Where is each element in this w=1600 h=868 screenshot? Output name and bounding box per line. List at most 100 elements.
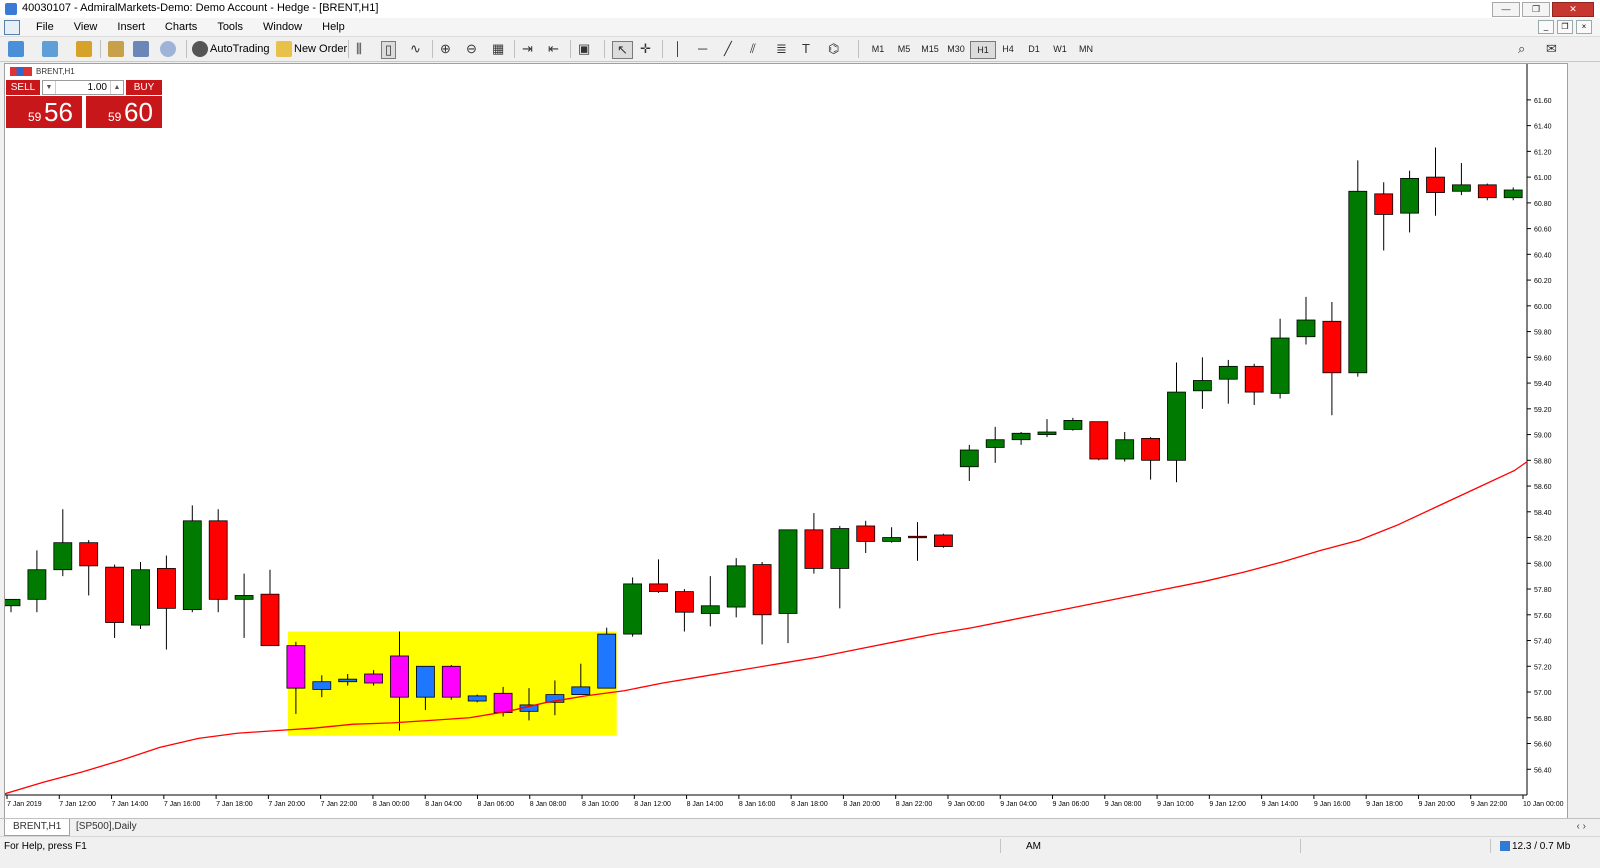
candle-body [79,542,99,567]
menu-tools[interactable]: Tools [207,21,253,33]
timeframe-m15[interactable]: M15 [918,41,942,57]
candle-body [597,633,617,689]
equidistant-channel-icon[interactable]: ⫽ [750,41,756,57]
candle-body [571,686,591,695]
child-restore-button[interactable]: ❐ [1557,20,1573,34]
candle-body [312,681,332,690]
price-tick-label: 56.80 [1534,716,1552,723]
price-tick-label: 59.00 [1534,433,1552,440]
chart-tabs-bar: BRENT,H1 [SP500],Daily ‹ › [0,818,1600,837]
navigator-icon[interactable] [133,41,149,57]
candle-body [1011,432,1031,441]
candle-body [856,525,876,542]
maximize-button[interactable]: ❐ [1522,2,1550,17]
candle-body [1141,438,1160,461]
timeframe-m5[interactable]: M5 [892,41,916,57]
candle-body [1348,190,1368,374]
timeframe-h4[interactable]: H4 [996,41,1020,57]
shapes-icon[interactable]: ⌬ [828,41,839,57]
line-chart-icon[interactable]: ∿ [410,41,421,57]
lot-increase-icon[interactable]: ▲ [110,81,123,94]
time-tick-label: 7 Jan 20:00 [268,801,305,808]
minimize-button[interactable]: — [1492,2,1520,17]
child-close-button[interactable]: × [1576,20,1592,34]
candle-body [415,665,435,698]
cursor-icon[interactable]: ↖ [612,41,633,59]
close-button[interactable]: ✕ [1552,2,1594,17]
candle-body [1270,337,1290,394]
chart-shift-icon[interactable]: ⇥ [522,41,533,57]
menu-insert[interactable]: Insert [107,21,155,33]
market-watch-icon[interactable] [76,41,92,57]
timeframe-m30[interactable]: M30 [944,41,968,57]
time-tick-label: 9 Jan 18:00 [1366,801,1403,808]
price-tick-label: 59.80 [1534,330,1552,337]
candlestick-icon[interactable]: ▯ [381,41,397,59]
price-tick-label: 57.40 [1534,639,1552,646]
lot-decrease-icon[interactable]: ▼ [43,81,56,94]
autotrading-icon[interactable] [192,41,208,57]
new-order-icon[interactable] [276,41,292,57]
timeframe-mn[interactable]: MN [1074,41,1098,57]
candle-body [1322,320,1342,374]
tab-sp500-daily[interactable]: [SP500],Daily [68,819,145,835]
price-chart[interactable]: 61.60 61.40 61.20 61.00 60.80 60.60 60.40 60.20… [5,64,1567,819]
candle-body [675,591,694,613]
price-tick-label: 59.60 [1534,355,1552,362]
zoom-out-icon[interactable]: ⊖ [466,41,477,57]
chart-window[interactable]: 61.60 61.40 61.20 61.00 60.80 60.60 60.40 60.20… [4,63,1568,820]
horizontal-line-icon[interactable]: ─ [698,41,707,57]
lot-size-input[interactable]: ▼ 1.00 ▲ [42,80,124,95]
candle-body [234,595,254,600]
candle-body [390,655,409,698]
vertical-line-icon[interactable]: │ [674,41,682,57]
trendline-icon[interactable]: ╱ [724,41,732,57]
time-tick-label: 9 Jan 14:00 [1262,801,1299,808]
buy-price-button[interactable]: 59 60 [86,96,162,128]
indicators-icon[interactable]: ▣ [578,41,590,57]
candle-body [156,568,176,609]
buy-button[interactable]: BUY [126,80,162,95]
autoscroll-icon[interactable]: ⇤ [548,41,559,57]
status-help-text: For Help, press F1 [4,841,87,852]
candle-body [985,439,1005,448]
child-minimize-button[interactable]: _ [1538,20,1554,34]
sell-price-button[interactable]: 59 56 [6,96,82,128]
timeframe-d1[interactable]: D1 [1022,41,1046,57]
zoom-in-icon[interactable]: ⊕ [440,41,451,57]
time-tick-label: 8 Jan 20:00 [843,801,880,808]
new-chart-icon[interactable] [8,41,24,57]
terminal-icon[interactable] [160,41,176,57]
price-tick-label: 60.40 [1534,252,1552,259]
menu-charts[interactable]: Charts [155,21,207,33]
timeframe-w1[interactable]: W1 [1048,41,1072,57]
menu-view[interactable]: View [64,21,108,33]
price-tick-label: 60.00 [1534,304,1552,311]
menu-help[interactable]: Help [312,21,355,33]
crosshair-icon[interactable]: ✛ [640,41,651,57]
new-order-button[interactable]: New Order [294,43,347,55]
profiles-icon[interactable] [42,41,58,57]
tab-scroll-arrows[interactable]: ‹ › [1577,821,1586,832]
text-icon[interactable]: T [802,41,810,57]
moving-average-line [5,461,1528,795]
menu-file[interactable]: File [26,21,64,33]
fibonacci-icon[interactable]: ≣ [776,41,787,57]
timeframe-h1[interactable]: H1 [970,41,996,59]
candle-body [364,673,384,684]
candle-body [1115,439,1135,460]
time-tick-label: 8 Jan 14:00 [687,801,724,808]
bar-chart-icon[interactable]: ⫼ [356,41,362,57]
data-window-icon[interactable] [108,41,124,57]
sell-button[interactable]: SELL [6,80,40,95]
chat-icon[interactable]: ✉ [1546,41,1557,57]
candle-body [700,605,720,614]
menu-window[interactable]: Window [253,21,312,33]
tab-brent-h1[interactable]: BRENT,H1 [4,819,71,836]
autotrading-button[interactable]: AutoTrading [210,43,270,55]
tile-windows-icon[interactable]: ▦ [492,41,504,57]
sell-price-main: 56 [44,97,73,127]
candle-body [830,528,850,569]
search-icon[interactable]: ⌕ [1518,41,1525,57]
timeframe-m1[interactable]: M1 [866,41,890,57]
